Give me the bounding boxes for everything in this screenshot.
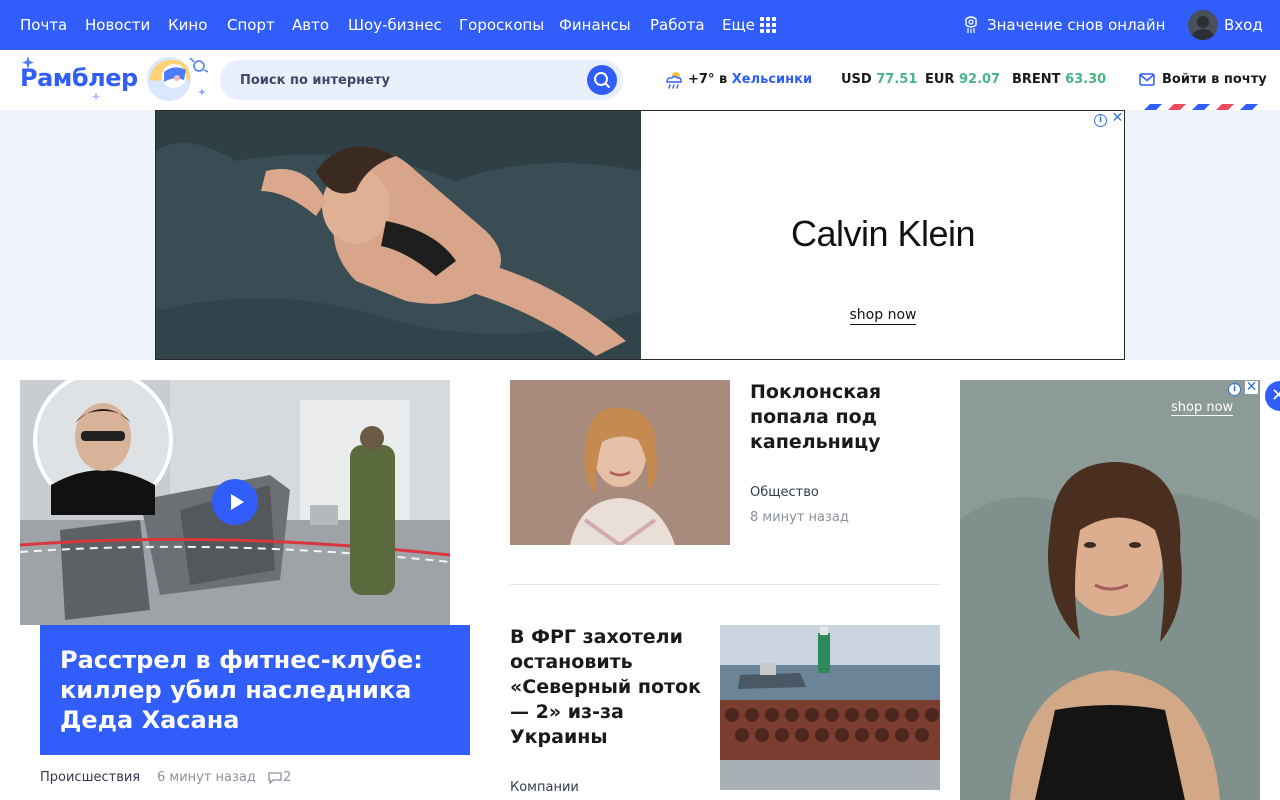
- ad-info-icon[interactable]: i: [1094, 114, 1107, 127]
- comment-icon: [268, 772, 282, 784]
- story-1-category[interactable]: Общество: [750, 485, 819, 500]
- story-1-image: [510, 380, 730, 545]
- nav-item-sport[interactable]: Спорт: [227, 15, 275, 35]
- weather-city[interactable]: Хельсинки: [732, 72, 812, 87]
- grid-menu-icon[interactable]: [760, 17, 776, 33]
- rate-usd-value: 77.51: [876, 72, 918, 87]
- story-divider: [510, 584, 940, 585]
- banner-brand: Calvin Klein: [790, 213, 976, 254]
- story-2-image: [720, 625, 940, 790]
- rate-eur-value: 92.07: [958, 72, 1001, 87]
- banner-shop-now-link[interactable]: shop now: [641, 307, 1124, 325]
- rate-brent-name: BRENT: [1012, 72, 1061, 87]
- rate-brent-value: 63.30: [1065, 72, 1107, 87]
- play-icon: [231, 494, 244, 510]
- portrait-inset: [33, 380, 173, 515]
- search-input[interactable]: [240, 70, 580, 90]
- avatar[interactable]: [1188, 10, 1218, 40]
- nav-item-auto[interactable]: Авто: [292, 15, 329, 35]
- nav-item-horoscopes[interactable]: Гороскопы: [459, 15, 544, 35]
- nav-item-news[interactable]: Новости: [85, 15, 150, 35]
- rate-usd[interactable]: USD 77.51: [841, 72, 917, 87]
- main-story-card[interactable]: Расстрел в фитнес-клубе: киллер убил нас…: [40, 625, 470, 755]
- weather-in: в: [718, 72, 728, 87]
- weather-widget[interactable]: +7° в Хельсинки: [688, 72, 812, 87]
- side-panel-close-button[interactable]: ✕: [1265, 381, 1280, 411]
- side-ad-cta-text: shop now: [1171, 400, 1234, 415]
- nav-item-mail[interactable]: Почта: [20, 15, 67, 35]
- story-1-title[interactable]: Поклонская попала под капельницу: [750, 380, 940, 455]
- main-story-category[interactable]: Происшествия: [40, 770, 140, 785]
- rate-eur[interactable]: EUR 92.07: [925, 72, 1000, 87]
- story-2-photo[interactable]: [720, 625, 940, 790]
- main-story-title[interactable]: Расстрел в фитнес-клубе: киллер убил нас…: [60, 645, 460, 735]
- rate-eur-name: EUR: [925, 72, 955, 87]
- banner-ad-controls: i ✕: [1094, 111, 1124, 127]
- top-nav: Почта Новости Кино Спорт Авто Шоу-бизнес…: [0, 0, 1280, 50]
- play-button[interactable]: [212, 479, 258, 525]
- search-icon: [594, 72, 610, 88]
- mail-icon: [1139, 73, 1155, 86]
- rambler-logo[interactable]: Рамблер: [14, 52, 214, 108]
- banner-cta-text: shop now: [849, 307, 917, 325]
- side-ad-photo: [960, 380, 1260, 800]
- nav-item-more[interactable]: Еще: [722, 15, 755, 35]
- nav-item-jobs[interactable]: Работа: [650, 15, 705, 35]
- story-1-time: 8 минут назад: [750, 510, 849, 525]
- nav-item-finance[interactable]: Финансы: [559, 15, 631, 35]
- nav-item-showbiz[interactable]: Шоу-бизнес: [348, 15, 442, 35]
- side-ad-shop-now-link[interactable]: shop now: [1171, 400, 1234, 416]
- dream-catcher-icon: [965, 16, 977, 33]
- top-banner-ad[interactable]: Calvin Klein shop now i ✕: [155, 110, 1125, 360]
- side-ad-info-icon[interactable]: i: [1228, 383, 1241, 396]
- story-1-photo[interactable]: [510, 380, 730, 545]
- side-ad-close-icon[interactable]: ✕: [1245, 380, 1258, 394]
- main-story-comments[interactable]: 2: [283, 770, 291, 785]
- rate-usd-name: USD: [841, 72, 872, 87]
- search-button[interactable]: [587, 65, 617, 95]
- login-link[interactable]: Вход: [1224, 15, 1263, 35]
- weather-temp: +7°: [688, 72, 715, 87]
- nav-item-cinema[interactable]: Кино: [168, 15, 207, 35]
- story-2-title[interactable]: В ФРГ захотели остановить «Северный пото…: [510, 625, 710, 750]
- main-story-time: 6 минут назад: [157, 770, 256, 785]
- side-ad-controls: i ✕: [1228, 380, 1258, 396]
- dreams-link[interactable]: Значение снов онлайн: [987, 15, 1165, 35]
- mail-login-link[interactable]: Войти в почту: [1162, 72, 1267, 87]
- logo-text: Рамблер: [20, 64, 138, 92]
- search-bar: [220, 60, 623, 100]
- weather-rain-icon: [666, 72, 682, 89]
- rate-brent[interactable]: BRENT 63.30: [1012, 72, 1106, 87]
- main-story-photo[interactable]: [20, 380, 450, 625]
- side-ad[interactable]: shop now i ✕: [960, 380, 1260, 800]
- banner-photo: [156, 111, 641, 359]
- ad-close-icon[interactable]: ✕: [1111, 111, 1124, 125]
- header-bar: Рамблер +7° в Хельсинки USD 77.51 EUR 92…: [0, 50, 1280, 110]
- story-2-category[interactable]: Компании: [510, 780, 579, 795]
